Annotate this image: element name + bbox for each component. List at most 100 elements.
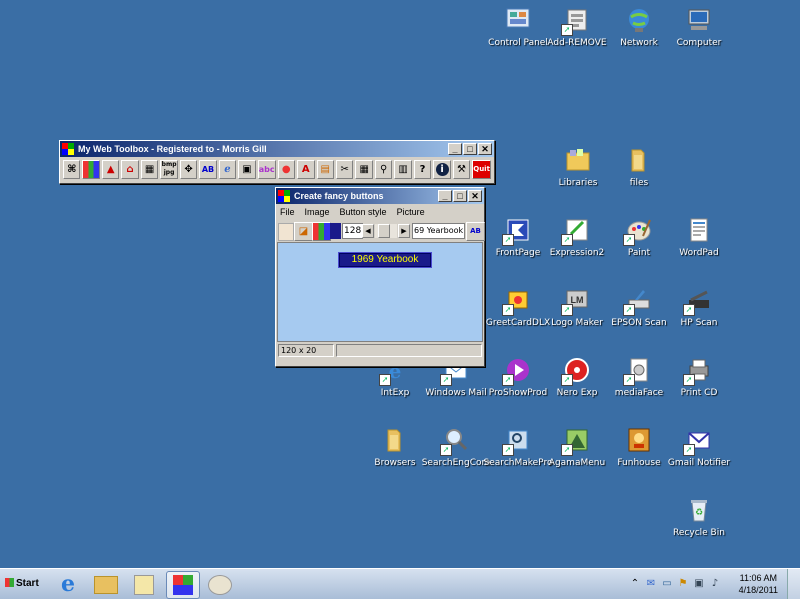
film-icon[interactable]: ▥	[394, 160, 412, 179]
recycle-bin-icon: ♻	[685, 496, 713, 524]
search-make-icon: ➚	[502, 426, 532, 456]
funhouse-icon	[625, 426, 653, 454]
menu-image[interactable]: Image	[305, 204, 330, 220]
desktop-icon-print-cd[interactable]: ➚ Print CD	[662, 356, 736, 399]
network-tray-icon[interactable]: ▣	[693, 578, 705, 590]
network-icon	[625, 6, 653, 34]
system-tray: ⌃ ✉ ▭ ⚑ ▣ ♪ 11:06 AM 4/18/2011	[625, 569, 800, 599]
fancy-titlebar[interactable]: Create fancy buttons _ □ ✕	[276, 188, 484, 204]
scroll-left-button[interactable]: ◀	[362, 224, 374, 238]
grid2-icon[interactable]: ▦	[140, 160, 159, 179]
taskbar-explorer-button[interactable]	[90, 571, 122, 597]
ie-icon[interactable]: ℯ	[218, 160, 237, 179]
webtoolbox-icon	[173, 575, 193, 595]
desktop-icon-wordpad[interactable]: WordPad	[662, 216, 736, 259]
monitor-icon[interactable]: ▭	[661, 578, 673, 590]
menu-file[interactable]: File	[280, 204, 295, 220]
scroll-right-button[interactable]: ▶	[398, 224, 410, 238]
magnifier-icon[interactable]: ⚲	[374, 160, 393, 179]
status-panel	[336, 344, 482, 357]
minimize-button[interactable]: _	[448, 143, 462, 155]
expression-icon: ➚	[561, 216, 591, 246]
width-slider-thumb[interactable]	[378, 224, 390, 238]
computer-icon	[685, 6, 713, 34]
paint-icon	[208, 575, 232, 595]
greetcard-icon: ➚	[502, 286, 532, 316]
palette-icon[interactable]: ●	[277, 160, 296, 179]
minimize-button[interactable]: _	[438, 190, 452, 202]
quit-button[interactable]: Quit	[472, 160, 491, 179]
scissors-icon[interactable]: ✂	[335, 160, 354, 179]
help-button[interactable]: ?	[413, 160, 432, 179]
ab-icon[interactable]: AB	[199, 160, 217, 179]
svg-text:♻: ♻	[695, 508, 703, 518]
bmp-jpg-icon[interactable]: bmp jpg	[160, 160, 178, 179]
fancy-menubar: File Image Button style Picture	[276, 204, 484, 220]
show-desktop-button[interactable]	[787, 569, 800, 599]
color-swatch[interactable]	[278, 223, 294, 241]
card-icon[interactable]: ▤	[316, 160, 334, 179]
button-text-field[interactable]: 69 Yearbook	[412, 223, 465, 239]
grid-icon[interactable]	[82, 160, 100, 179]
abc-icon[interactable]: abc	[257, 160, 276, 179]
preview-button[interactable]: 1969 Yearbook	[338, 252, 432, 268]
proshow-icon: ➚	[502, 356, 532, 386]
add-remove-icon: ➚	[561, 6, 591, 36]
start-button[interactable]: Start	[2, 574, 42, 594]
app-icon	[62, 143, 74, 155]
fancy-title: Create fancy buttons	[294, 191, 384, 201]
shapes-icon[interactable]: ▲	[101, 160, 120, 179]
show-hidden-icons-icon[interactable]: ⌃	[629, 578, 641, 590]
volume-icon[interactable]: ♪	[709, 578, 721, 590]
desktop-icon-computer[interactable]: Computer	[662, 6, 736, 49]
maximize-button[interactable]: □	[463, 143, 477, 155]
toolbox-toolbar: ⌘ ▲ ⌂ ▦ bmp jpg ✥ AB ℯ ▣ abc ● A ▤ ✂ ▦ ⚲…	[60, 157, 494, 182]
mail-icon[interactable]: ✉	[645, 578, 657, 590]
button-color-swatch[interactable]	[330, 223, 341, 239]
grid-icon[interactable]	[312, 222, 331, 241]
hp-scan-icon: ➚	[683, 286, 713, 316]
monitor-icon[interactable]: ▣	[238, 160, 256, 179]
taskbar-notepad-button[interactable]	[128, 571, 160, 597]
fancy-preview-area: 1969 Yearbook	[277, 242, 483, 342]
folder-icon	[94, 576, 118, 594]
windows-logo-icon	[5, 578, 14, 587]
print-cd-icon: ➚	[683, 356, 713, 386]
desktop-icon-files[interactable]: files	[602, 146, 676, 189]
fancy-statusbar: 120 x 20	[276, 344, 484, 357]
text-a-icon[interactable]: A	[297, 160, 315, 179]
width-field[interactable]: 128	[342, 223, 363, 239]
fill-icon[interactable]: ◪	[294, 222, 313, 241]
folder-icon	[625, 146, 653, 174]
taskbar-paint-button[interactable]	[204, 571, 236, 597]
notepad-icon	[134, 575, 154, 595]
toolbox-window: My Web Toolbox - Registered to - Morris …	[59, 140, 495, 184]
flag-icon[interactable]: ⚑	[677, 578, 689, 590]
calculator-icon[interactable]: ▦	[355, 160, 373, 179]
binoculars-icon[interactable]: ⌘	[63, 160, 81, 179]
toolbox-titlebar[interactable]: My Web Toolbox - Registered to - Morris …	[60, 141, 494, 157]
wordpad-icon	[685, 216, 713, 244]
libraries-icon	[564, 146, 592, 174]
clock-date: 4/18/2011	[738, 585, 778, 595]
taskbar-ie-button[interactable]: e	[52, 571, 84, 597]
clock[interactable]: 11:06 AM 4/18/2011	[739, 572, 778, 596]
frontpage-icon: ➚	[502, 216, 532, 246]
move-icon[interactable]: ✥	[179, 160, 198, 179]
menu-button-style[interactable]: Button style	[340, 204, 387, 220]
menu-picture[interactable]: Picture	[397, 204, 425, 220]
close-button[interactable]: ✕	[478, 143, 492, 155]
tools-icon[interactable]: ⚒	[452, 160, 471, 179]
maximize-button[interactable]: □	[453, 190, 467, 202]
width-slider-track[interactable]	[375, 224, 397, 238]
logo-maker-icon: LM ➚	[561, 286, 591, 316]
taskbar-webtoolbox-button[interactable]	[166, 571, 200, 599]
pdf-icon[interactable]: ⌂	[121, 160, 139, 179]
close-button[interactable]: ✕	[468, 190, 482, 202]
desktop-icon-gmail-notifier[interactable]: ➚ Gmail Notifier	[662, 426, 736, 469]
ab-icon[interactable]: AB	[466, 222, 485, 241]
desktop-icon-recycle-bin[interactable]: ♻ Recycle Bin	[662, 496, 736, 539]
ie-icon: e	[61, 571, 75, 597]
desktop-icon-hp-scan[interactable]: ➚ HP Scan	[662, 286, 736, 329]
info-icon[interactable]: i	[433, 160, 451, 179]
